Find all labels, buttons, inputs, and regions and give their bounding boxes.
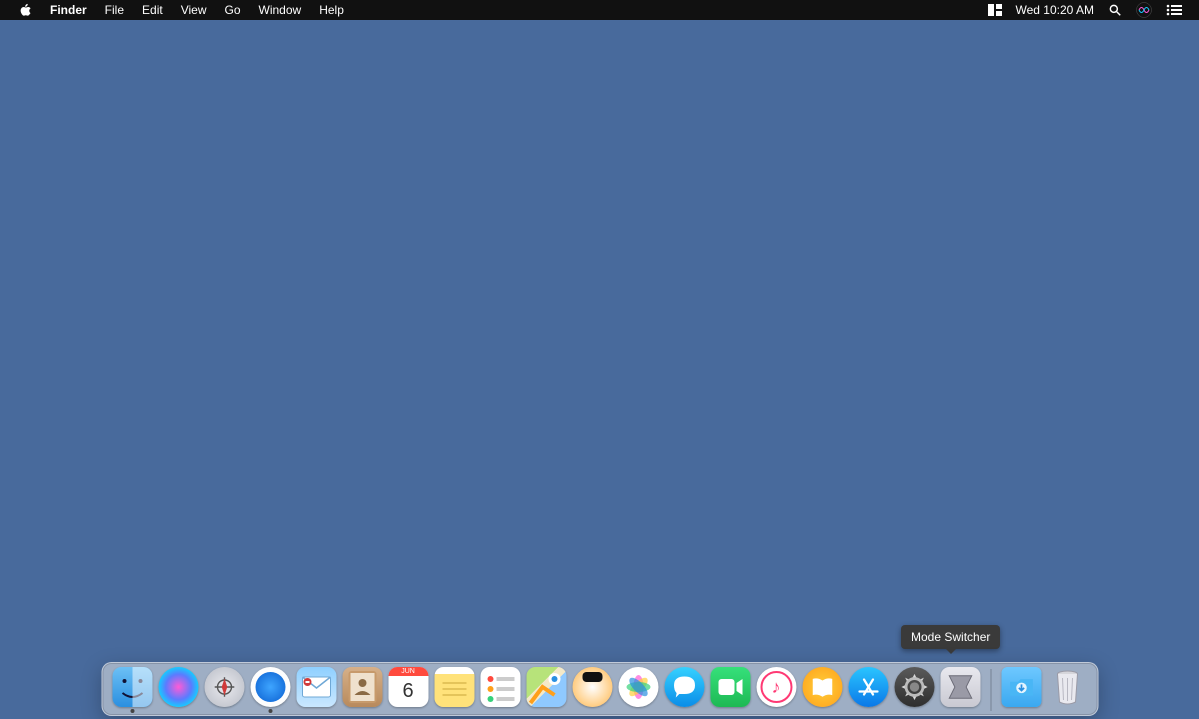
dock-appstore[interactable] (848, 667, 888, 713)
mode-switcher-icon (940, 667, 980, 707)
dock-mode-switcher[interactable] (940, 667, 980, 713)
menu-view[interactable]: View (172, 3, 216, 17)
photos-icon (618, 667, 658, 707)
dock-reminders[interactable] (480, 667, 520, 713)
reminders-icon (480, 667, 520, 707)
dock-facetime[interactable] (710, 667, 750, 713)
dock-system-preferences[interactable] (894, 667, 934, 713)
dock-divider (990, 669, 991, 711)
downloads-icon (1001, 667, 1041, 707)
menubar-right: Wed 10:20 AM (981, 2, 1190, 18)
facetime-icon (710, 667, 750, 707)
trash-icon (1047, 667, 1087, 707)
itunes-icon: ♪ (756, 667, 796, 707)
dock-calendar[interactable]: JUN 6 (388, 667, 428, 713)
menubar-clock[interactable]: Wed 10:20 AM (1009, 3, 1102, 17)
dock-itunes[interactable]: ♪ (756, 667, 796, 713)
appstore-icon (848, 667, 888, 707)
calendar-day: 6 (388, 676, 428, 707)
system-preferences-icon (894, 667, 934, 707)
dock-finder[interactable] (112, 667, 152, 713)
safari-icon (250, 667, 290, 707)
dock-wrap: JUN 6 (101, 662, 1098, 716)
calendar-icon: JUN 6 (388, 667, 428, 707)
apple-menu[interactable] (10, 3, 41, 17)
launchpad-icon (204, 667, 244, 707)
menu-app-name[interactable]: Finder (41, 3, 96, 17)
finder-icon (112, 667, 152, 707)
dock-tooltip: Mode Switcher (901, 625, 1000, 649)
dock: JUN 6 (101, 662, 1098, 716)
dock-downloads[interactable] (1001, 667, 1041, 713)
ibooks-icon (802, 667, 842, 707)
spotlight-icon[interactable] (1101, 3, 1129, 17)
maps-icon (526, 667, 566, 707)
menu-window[interactable]: Window (250, 3, 311, 17)
dock-tooltip-label: Mode Switcher (911, 630, 990, 644)
dock-messages[interactable] (664, 667, 704, 713)
mail-icon (296, 667, 336, 707)
desktop[interactable] (0, 20, 1199, 719)
contacts-icon (342, 667, 382, 707)
messages-icon (664, 667, 704, 707)
notification-center-icon[interactable] (1159, 4, 1189, 16)
dock-contacts[interactable] (342, 667, 382, 713)
dock-notes[interactable] (434, 667, 474, 713)
calendar-month: JUN (388, 667, 428, 676)
dock-trash[interactable] (1047, 667, 1087, 713)
dock-indicator (130, 709, 134, 713)
dock-ibooks[interactable] (802, 667, 842, 713)
dock-launchpad[interactable] (204, 667, 244, 713)
menu-help[interactable]: Help (310, 3, 353, 17)
dock-safari[interactable] (250, 667, 290, 713)
siri-icon (158, 667, 198, 707)
dock-siri[interactable] (158, 667, 198, 713)
dock-mail[interactable] (296, 667, 336, 713)
apple-logo-icon (19, 3, 32, 17)
menu-file[interactable]: File (96, 3, 133, 17)
menu-edit[interactable]: Edit (133, 3, 172, 17)
siri-status-icon[interactable] (1129, 2, 1159, 18)
menubar-left: Finder File Edit View Go Window Help (10, 3, 353, 17)
dock-maps[interactable] (526, 667, 566, 713)
photobooth-icon (572, 667, 612, 707)
notes-icon (434, 667, 474, 707)
dock-indicator (268, 709, 272, 713)
status-menutile-icon[interactable] (981, 4, 1009, 16)
dock-photos[interactable] (618, 667, 658, 713)
menu-go[interactable]: Go (216, 3, 250, 17)
menubar: Finder File Edit View Go Window Help Wed… (0, 0, 1199, 20)
dock-photobooth[interactable] (572, 667, 612, 713)
